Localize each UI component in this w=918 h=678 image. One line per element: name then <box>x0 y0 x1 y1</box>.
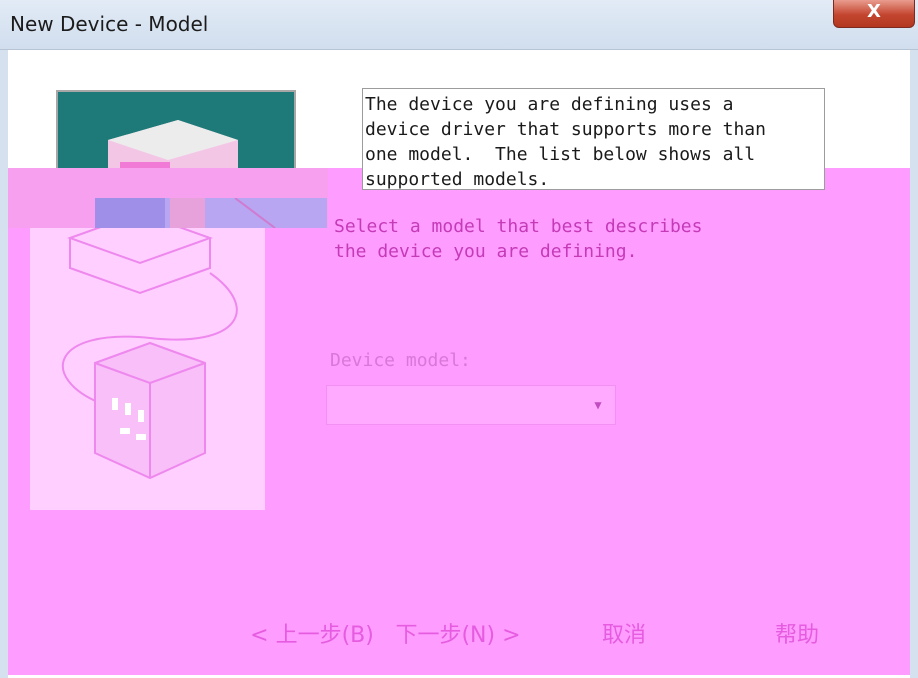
window-frame-left <box>0 50 8 678</box>
chevron-down-icon[interactable]: ▼ <box>585 390 611 420</box>
next-button[interactable]: 下一步(N) > <box>388 618 528 654</box>
back-button[interactable]: < 上一步(B) <box>238 618 386 654</box>
window-title: New Device - Model <box>10 12 209 36</box>
device-model-select[interactable]: ▼ <box>326 385 616 425</box>
title-bar: New Device - Model X <box>0 0 918 50</box>
close-button[interactable]: X <box>833 0 915 28</box>
cancel-button[interactable]: 取消 <box>598 618 650 654</box>
help-button[interactable]: 帮助 <box>770 618 824 654</box>
description-text: The device you are defining uses a devic… <box>365 94 766 190</box>
window-frame-right <box>910 50 918 678</box>
instruction-text: Select a model that best describes the d… <box>334 216 703 262</box>
illustration-highlight <box>95 197 327 229</box>
close-icon: X <box>867 1 881 22</box>
device-cable-illustration <box>61 211 238 480</box>
device-model-label: Device model: <box>330 350 471 371</box>
illustration-panel <box>30 198 265 510</box>
